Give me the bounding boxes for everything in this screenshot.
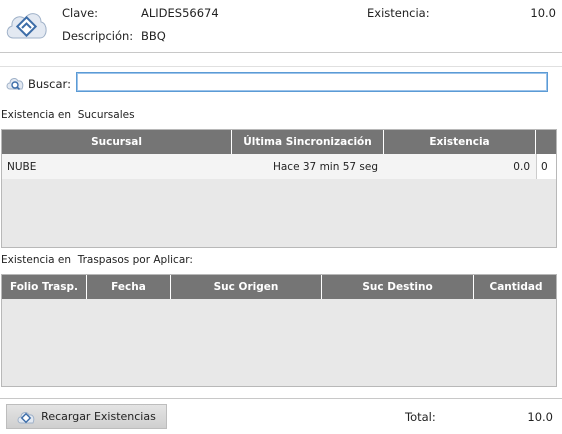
sucursales-table[interactable]: Sucursal Última Sincronización Existenci… [1, 129, 557, 248]
column-header-sucursal[interactable]: Sucursal [2, 130, 232, 154]
descripcion-value: BBQ [141, 29, 166, 43]
search-top-divider [0, 66, 562, 67]
column-header-folio-trasp[interactable]: Folio Trasp. [2, 275, 87, 299]
search-label: Buscar: [28, 77, 71, 91]
reload-icon [17, 410, 35, 424]
clave-value: ALIDES56674 [141, 6, 219, 20]
column-header-existencia[interactable]: Existencia [384, 130, 536, 154]
column-header-fecha[interactable]: Fecha [87, 275, 171, 299]
cell-ultima-sincronizacion: Hace 37 min 57 seg [272, 160, 378, 173]
cloud-logo-icon [4, 8, 48, 42]
reload-button-label: Recargar Existencias [41, 410, 156, 423]
descripcion-label: Descripción: [62, 29, 134, 43]
search-input[interactable] [76, 72, 548, 92]
total-value: 10.0 [527, 410, 553, 424]
footer-divider [0, 398, 562, 399]
table-row[interactable]: NUBE Hace 37 min 57 seg 0.0 0 [2, 154, 556, 179]
sucursales-section-title: Existencia en Sucursales [1, 109, 135, 121]
cell-extra: 0 [536, 154, 556, 179]
cell-existencia: 0.0 [513, 160, 530, 173]
search-icon [6, 76, 24, 93]
existencia-value: 10.0 [530, 6, 556, 20]
total-label: Total: [405, 410, 436, 424]
column-header-suc-destino[interactable]: Suc Destino [322, 275, 474, 299]
column-header-suc-origen[interactable]: Suc Origen [171, 275, 322, 299]
traspasos-section-title: Existencia en Traspasos por Aplicar: [1, 254, 193, 266]
column-header-ultima-sincronizacion[interactable]: Última Sincronización [232, 130, 384, 154]
reload-existencias-button[interactable]: Recargar Existencias [6, 404, 167, 429]
cell-sucursal: NUBE [7, 160, 37, 173]
clave-label: Clave: [62, 6, 99, 20]
header-divider [0, 52, 562, 53]
existencia-label: Existencia: [367, 6, 430, 20]
traspasos-table[interactable]: Folio Trasp. Fecha Suc Origen Suc Destin… [1, 274, 557, 387]
column-header-cantidad[interactable]: Cantidad [474, 275, 556, 299]
column-header-extra[interactable] [536, 130, 556, 154]
